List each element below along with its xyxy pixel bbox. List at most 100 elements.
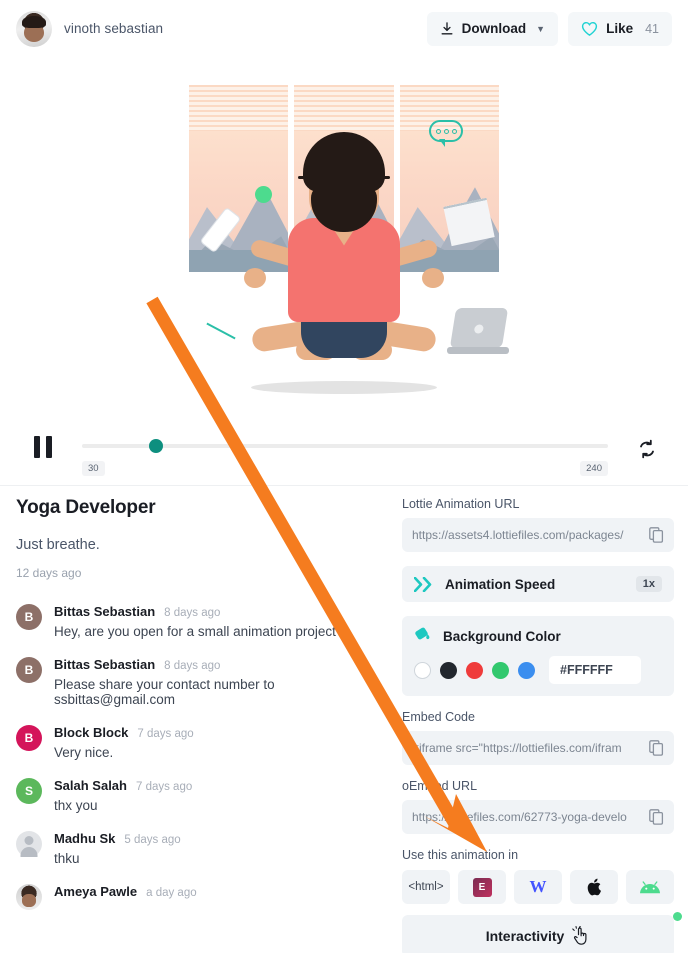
- oembed-url-value: https://lottiefiles.com/62773-yoga-devel…: [412, 810, 627, 824]
- document-icon: [443, 197, 495, 246]
- animation-speed-row[interactable]: Animation Speed 1x: [402, 566, 674, 602]
- comment-author[interactable]: Salah Salah: [54, 778, 127, 793]
- elementor-platform-button[interactable]: E: [458, 870, 506, 904]
- comment-time: 7 days ago: [135, 781, 193, 793]
- background-color-section: Background Color #FFFFFF: [402, 616, 674, 696]
- comment-header: Salah Salah 7 days ago: [54, 778, 192, 793]
- swatch-white[interactable]: [414, 661, 431, 679]
- comment-item: S Salah Salah 7 days ago thx you: [16, 778, 386, 813]
- comments-list: B Bittas Sebastian 8 days ago Hey, are you …: [16, 604, 386, 910]
- cursor-click-icon: [572, 926, 587, 945]
- comment-item: Madhu Sk 5 days ago thku: [16, 831, 386, 866]
- comment-item: Ameya Pawle a day ago: [16, 884, 386, 910]
- comment-author[interactable]: Bittas Sebastian: [54, 657, 155, 672]
- webflow-icon: W: [529, 877, 547, 896]
- embed-code-value: <iframe src="https://lottiefiles.com/ifr…: [412, 741, 622, 755]
- comment-avatar[interactable]: B: [16, 725, 42, 751]
- platform-buttons: <html> E W: [402, 870, 674, 904]
- animation-stage[interactable]: [0, 57, 688, 412]
- comment-avatar[interactable]: S: [16, 778, 42, 804]
- pause-icon[interactable]: [34, 436, 52, 458]
- use-animation-label: Use this animation in: [402, 848, 519, 862]
- comment-header: Block Block 7 days ago: [54, 725, 194, 740]
- comment-item: B Bittas Sebastian 8 days ago Please share …: [16, 657, 386, 707]
- frame-end-label: 240: [580, 461, 608, 476]
- fast-forward-icon: [414, 576, 432, 592]
- download-label: Download: [461, 21, 527, 36]
- paint-bucket-icon: [415, 627, 430, 640]
- header-actions: Download ▼ Like 41: [426, 11, 672, 46]
- swatch-dark[interactable]: [440, 661, 457, 679]
- elementor-icon: E: [472, 877, 492, 897]
- comment-header: Ameya Pawle a day ago: [54, 884, 197, 899]
- embed-code-label: Embed Code: [402, 710, 475, 724]
- swatch-blue[interactable]: [518, 661, 535, 679]
- download-button[interactable]: Download ▼: [426, 11, 559, 46]
- comment-header: Bittas Sebastian 8 days ago: [54, 657, 386, 672]
- comment-item: B Bittas Sebastian 8 days ago Hey, are you …: [16, 604, 386, 639]
- author-block[interactable]: vinoth sebastian: [16, 10, 164, 47]
- comment-header: Madhu Sk 5 days ago: [54, 831, 181, 846]
- copy-icon[interactable]: [649, 809, 664, 825]
- embed-sidebar: Lottie Animation URL https://assets4.lot…: [402, 497, 682, 953]
- comment-author[interactable]: Madhu Sk: [54, 831, 115, 846]
- comment-text: Very nice.: [54, 745, 114, 760]
- comment-author[interactable]: Ameya Pawle: [54, 884, 137, 899]
- webflow-platform-button[interactable]: W: [514, 870, 562, 904]
- comment-author[interactable]: Bittas Sebastian: [54, 604, 155, 619]
- comment-avatar[interactable]: [16, 831, 42, 857]
- published-age: 12 days ago: [16, 566, 82, 580]
- lottie-url-input[interactable]: https://assets4.lottiefiles.com/packages…: [402, 518, 674, 552]
- interactivity-button[interactable]: Interactivity: [402, 912, 682, 953]
- oembed-url-label: oEmbed URL: [402, 779, 478, 793]
- timeline-thumb[interactable]: [149, 439, 163, 453]
- comment-time: 5 days ago: [124, 834, 181, 846]
- section-divider: [0, 485, 688, 486]
- hex-color-input[interactable]: #FFFFFF: [549, 656, 641, 684]
- lottie-animation-page: vinoth sebastian Download ▼ Like 41 30 2…: [0, 0, 688, 953]
- user-photo-avatar[interactable]: [16, 10, 52, 47]
- comment-avatar[interactable]: [16, 884, 42, 910]
- description-text: Just breathe.: [16, 537, 100, 553]
- swatch-red[interactable]: [466, 661, 483, 679]
- comment-item: B Block Block 7 days ago Very nice.: [16, 725, 386, 760]
- like-button[interactable]: Like 41: [568, 11, 672, 46]
- laptop-icon: [447, 307, 509, 354]
- oembed-url-input[interactable]: https://lottiefiles.com/62773-yoga-devel…: [402, 800, 674, 834]
- comment-avatar[interactable]: B: [16, 604, 42, 630]
- embed-code-input[interactable]: <iframe src="https://lottiefiles.com/ifr…: [402, 731, 674, 765]
- android-icon: [640, 880, 660, 893]
- comment-text: Hey, are you open for a small animation …: [54, 624, 344, 639]
- player-controls: 30 240: [0, 412, 688, 485]
- android-platform-button[interactable]: [626, 870, 674, 904]
- copy-icon[interactable]: [649, 740, 664, 756]
- chevron-down-icon[interactable]: ▼: [536, 24, 545, 34]
- apple-platform-button[interactable]: [570, 870, 618, 904]
- status-badge: [673, 912, 682, 921]
- yoga-meditation-animation: [189, 80, 509, 394]
- comment-avatar[interactable]: B: [16, 657, 42, 683]
- speed-value-badge[interactable]: 1x: [635, 576, 662, 592]
- interactivity-label: Interactivity: [485, 928, 565, 944]
- html-platform-button[interactable]: <html>: [402, 870, 450, 904]
- loop-icon[interactable]: [636, 438, 658, 460]
- details-column: Yoga Developer Just breathe. 12 days ago…: [16, 497, 386, 928]
- page-header: vinoth sebastian Download ▼ Like 41: [0, 0, 688, 57]
- ground-shadow: [251, 380, 437, 394]
- apple-icon: [587, 878, 601, 896]
- copy-icon[interactable]: [649, 527, 664, 543]
- comment-time: a day ago: [146, 887, 197, 899]
- comment-text: Please share your contact number to ssbi…: [54, 677, 275, 707]
- lottie-url-label: Lottie Animation URL: [402, 497, 520, 511]
- comment-text: thku: [54, 851, 80, 866]
- frame-start-label: 30: [82, 461, 105, 476]
- swatch-green[interactable]: [492, 661, 509, 679]
- heart-icon: [581, 21, 598, 36]
- like-label: Like: [606, 21, 634, 36]
- timeline-slider[interactable]: [82, 439, 608, 453]
- background-color-label: Background Color: [443, 628, 561, 644]
- comment-author[interactable]: Block Block: [54, 725, 128, 740]
- comment-time: 7 days ago: [137, 728, 194, 740]
- page-title: Yoga Developer: [16, 497, 156, 518]
- author-name: vinoth sebastian: [64, 21, 164, 36]
